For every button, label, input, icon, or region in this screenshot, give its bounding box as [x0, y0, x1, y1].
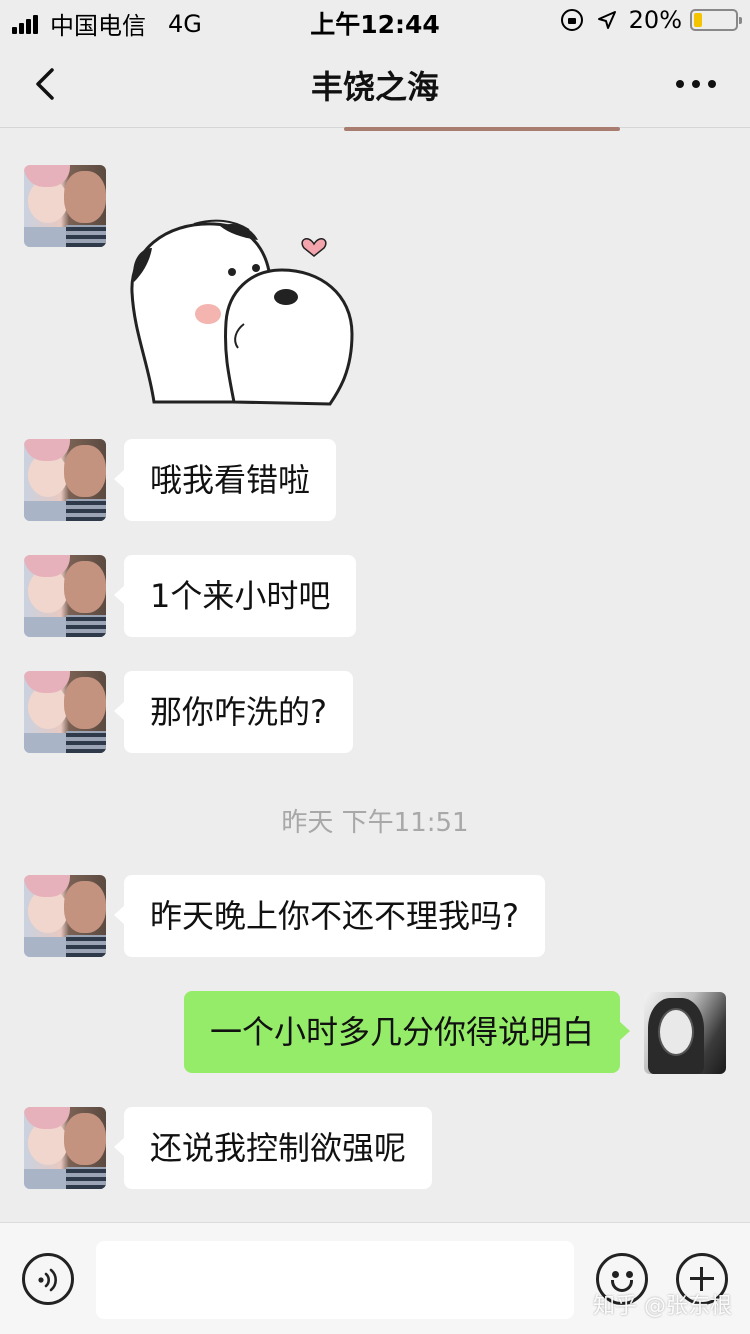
battery-percent: 20% [628, 6, 682, 34]
contact-avatar[interactable] [24, 875, 106, 957]
message-bubble-received[interactable]: 昨天晚上你不还不理我吗? [114, 875, 545, 957]
image-edge-strip [344, 127, 620, 131]
status-bar: 中国电信 4G 上午12:44 20% [0, 0, 750, 40]
watermark: 知乎 @张东根 [593, 1294, 732, 1319]
my-avatar[interactable] [644, 992, 726, 1074]
more-dots-icon[interactable] [676, 74, 716, 94]
voice-icon[interactable] [22, 1253, 74, 1305]
battery-fill [694, 13, 702, 27]
contact-avatar[interactable] [24, 555, 106, 637]
contact-avatar[interactable] [24, 439, 106, 521]
chat-title: 丰饶之海 [310, 68, 439, 106]
sticker-image[interactable] [124, 212, 364, 407]
message-timestamp: 昨天 下午11:51 [281, 808, 469, 838]
contact-avatar[interactable] [24, 165, 106, 247]
status-right: 20% [560, 6, 742, 34]
message-bubble-received[interactable]: 哦我看错啦 [113, 439, 337, 521]
contact-avatar[interactable] [24, 1107, 106, 1189]
message-bubble-received[interactable]: 还说我控制欲强呢 [113, 1107, 433, 1189]
message-input[interactable] [96, 1241, 574, 1319]
nav-bar: 丰饶之海 [0, 40, 750, 128]
contact-avatar[interactable] [24, 671, 106, 753]
message-bubble-received[interactable]: 1个来小时吧 [113, 555, 357, 637]
message-bubble-received[interactable]: 那你咋洗的? [114, 671, 353, 753]
location-arrow-icon [597, 11, 616, 29]
message-bubble-sent[interactable]: 一个小时多几分你得说明白 [183, 991, 631, 1073]
battery-icon [690, 9, 742, 31]
rotation-lock-icon [560, 9, 583, 31]
